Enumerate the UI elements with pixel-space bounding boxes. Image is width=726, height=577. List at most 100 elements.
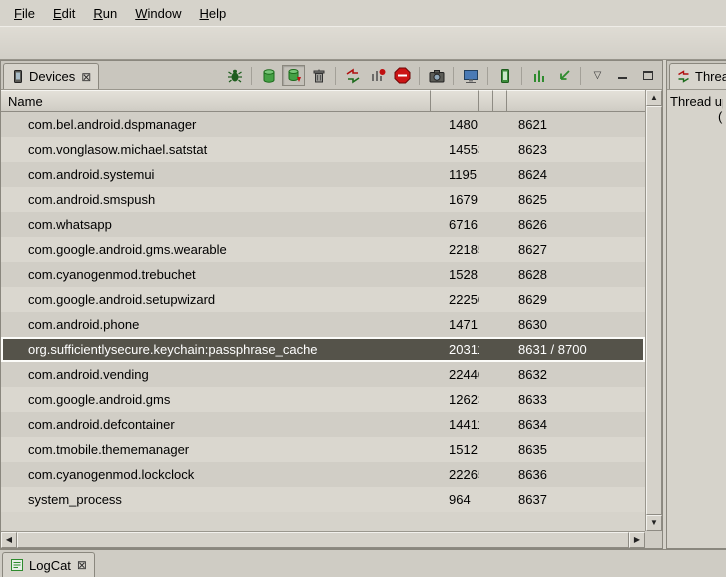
process-name: system_process bbox=[1, 492, 431, 507]
column-header-spacer[interactable] bbox=[493, 90, 507, 112]
process-name: com.google.android.gms.wearable bbox=[1, 242, 431, 257]
tab-devices[interactable]: Devices ⊠ bbox=[3, 63, 99, 89]
toolbar-separator bbox=[453, 67, 454, 85]
devices-table-body: com.bel.android.dspmanager 1480 8621 com… bbox=[1, 112, 645, 531]
process-name: com.whatsapp bbox=[1, 217, 431, 232]
process-pid: 6716 bbox=[431, 217, 479, 232]
threads-panel-header: Threads bbox=[667, 61, 726, 90]
scroll-down-icon[interactable]: ▼ bbox=[646, 515, 662, 531]
devices-panel-header: Devices ⊠ bbox=[1, 61, 662, 90]
network-stats-icon[interactable] bbox=[527, 65, 550, 86]
table-row[interactable]: system_process 964 8637 bbox=[1, 487, 645, 512]
process-port: 8635 bbox=[507, 442, 645, 457]
dump-hprof-icon[interactable] bbox=[282, 65, 305, 86]
vertical-scrollbar[interactable]: ▲ ▼ bbox=[645, 90, 662, 531]
process-pid: 20311 bbox=[431, 342, 479, 357]
threads-panel: Threads Thread up ( bbox=[666, 60, 726, 549]
table-row[interactable]: com.tmobile.thememanager 1512 8635 bbox=[1, 437, 645, 462]
table-row[interactable]: com.cyanogenmod.lockclock 22265 8636 bbox=[1, 462, 645, 487]
network-arrow-icon[interactable] bbox=[552, 65, 575, 86]
menu-run[interactable]: Run bbox=[84, 3, 126, 24]
process-pid: 1480 bbox=[431, 117, 479, 132]
close-icon[interactable]: ⊠ bbox=[77, 558, 87, 572]
process-name: com.android.phone bbox=[1, 317, 431, 332]
horizontal-scrollbar[interactable]: ◀ ▶ bbox=[1, 531, 645, 548]
process-port: 8625 bbox=[507, 192, 645, 207]
devices-table-header: Name bbox=[1, 90, 645, 112]
devices-panel: Devices ⊠ bbox=[0, 60, 663, 549]
process-port: 8628 bbox=[507, 267, 645, 282]
device-report-icon[interactable] bbox=[493, 65, 516, 86]
toolbar-separator bbox=[419, 67, 420, 85]
stop-process-icon[interactable] bbox=[391, 65, 414, 86]
table-row[interactable]: com.google.android.setupwizard 22250 862… bbox=[1, 287, 645, 312]
process-port: 8624 bbox=[507, 167, 645, 182]
process-name: com.bel.android.dspmanager bbox=[1, 117, 431, 132]
close-icon[interactable]: ⊠ bbox=[81, 70, 91, 84]
process-pid: 964 bbox=[431, 492, 479, 507]
vertical-scrollbar-thumb[interactable] bbox=[646, 106, 662, 515]
table-row[interactable]: com.bel.android.dspmanager 1480 8621 bbox=[1, 112, 645, 137]
process-name: org.sufficientlysecure.keychain:passphra… bbox=[1, 342, 431, 357]
devices-table-inner: Name com.bel.android.dspmanager 1480 862… bbox=[1, 90, 645, 531]
start-method-profiling-icon[interactable] bbox=[366, 65, 389, 86]
tab-threads[interactable]: Threads bbox=[669, 63, 726, 89]
column-header-spacer[interactable] bbox=[479, 90, 493, 112]
table-row[interactable]: com.whatsapp 6716 8626 bbox=[1, 212, 645, 237]
process-pid: 22185 bbox=[431, 242, 479, 257]
device-icon bbox=[11, 70, 24, 83]
process-port: 8631 / 8700 bbox=[507, 342, 645, 357]
process-port: 8627 bbox=[507, 242, 645, 257]
tab-threads-label: Threads bbox=[695, 69, 726, 84]
scroll-right-icon[interactable]: ▶ bbox=[629, 532, 645, 548]
cause-gc-icon[interactable] bbox=[307, 65, 330, 86]
table-row[interactable]: com.android.defcontainer 14411 8634 bbox=[1, 412, 645, 437]
scroll-up-icon[interactable]: ▲ bbox=[646, 90, 662, 106]
table-row[interactable]: com.google.android.gms 12623 8633 bbox=[1, 387, 645, 412]
process-name: com.android.vending bbox=[1, 367, 431, 382]
process-pid: 1679 bbox=[431, 192, 479, 207]
menu-file[interactable]: File bbox=[5, 3, 44, 24]
column-header-pid[interactable] bbox=[431, 90, 479, 112]
ddms-window: FileEditRunWindowHelp Devices ⊠ bbox=[0, 0, 726, 577]
table-row[interactable]: com.android.systemui 1195 8624 bbox=[1, 162, 645, 187]
debug-process-icon[interactable] bbox=[223, 65, 246, 86]
toolbar-separator bbox=[251, 67, 252, 85]
process-name: com.google.android.gms bbox=[1, 392, 431, 407]
column-header-name[interactable]: Name bbox=[1, 90, 431, 112]
menu-edit[interactable]: Edit bbox=[44, 3, 84, 24]
horizontal-scrollbar-thumb[interactable] bbox=[17, 532, 629, 548]
tab-logcat[interactable]: LogCat ⊠ bbox=[2, 552, 95, 577]
screen-capture-icon[interactable] bbox=[425, 65, 448, 86]
view-menu-icon[interactable]: ▽ bbox=[586, 65, 609, 86]
table-row[interactable]: com.vonglasow.michael.satstat 14553 8623 bbox=[1, 137, 645, 162]
table-row[interactable]: com.cyanogenmod.trebuchet 1528 8628 bbox=[1, 262, 645, 287]
update-heap-icon[interactable] bbox=[257, 65, 280, 86]
maximize-icon[interactable] bbox=[636, 65, 659, 86]
table-row[interactable]: com.android.vending 22440 8632 bbox=[1, 362, 645, 387]
menu-help[interactable]: Help bbox=[190, 3, 235, 24]
table-row[interactable]: com.google.android.gms.wearable 22185 86… bbox=[1, 237, 645, 262]
tab-devices-label: Devices bbox=[29, 69, 75, 84]
scroll-left-icon[interactable]: ◀ bbox=[1, 532, 17, 548]
menu-window[interactable]: Window bbox=[126, 3, 190, 24]
column-header-port[interactable] bbox=[507, 90, 645, 112]
process-pid: 1512 bbox=[431, 442, 479, 457]
process-name: com.android.defcontainer bbox=[1, 417, 431, 432]
process-pid: 1528 bbox=[431, 267, 479, 282]
threads-message-line2: ( bbox=[718, 109, 723, 124]
process-pid: 12623 bbox=[431, 392, 479, 407]
table-row[interactable]: org.sufficientlysecure.keychain:passphra… bbox=[1, 337, 645, 362]
minimize-icon[interactable] bbox=[611, 65, 634, 86]
toolbar-strip bbox=[0, 26, 726, 60]
process-port: 8630 bbox=[507, 317, 645, 332]
process-port: 8626 bbox=[507, 217, 645, 232]
capture-system-trace-icon[interactable] bbox=[459, 65, 482, 86]
table-row[interactable]: com.android.smspush 1679 8625 bbox=[1, 187, 645, 212]
update-threads-icon[interactable] bbox=[341, 65, 364, 86]
bottom-bar: LogCat ⊠ bbox=[0, 549, 726, 577]
process-port: 8637 bbox=[507, 492, 645, 507]
process-name: com.android.systemui bbox=[1, 167, 431, 182]
table-row[interactable]: com.android.phone 1471 8630 bbox=[1, 312, 645, 337]
process-port: 8621 bbox=[507, 117, 645, 132]
